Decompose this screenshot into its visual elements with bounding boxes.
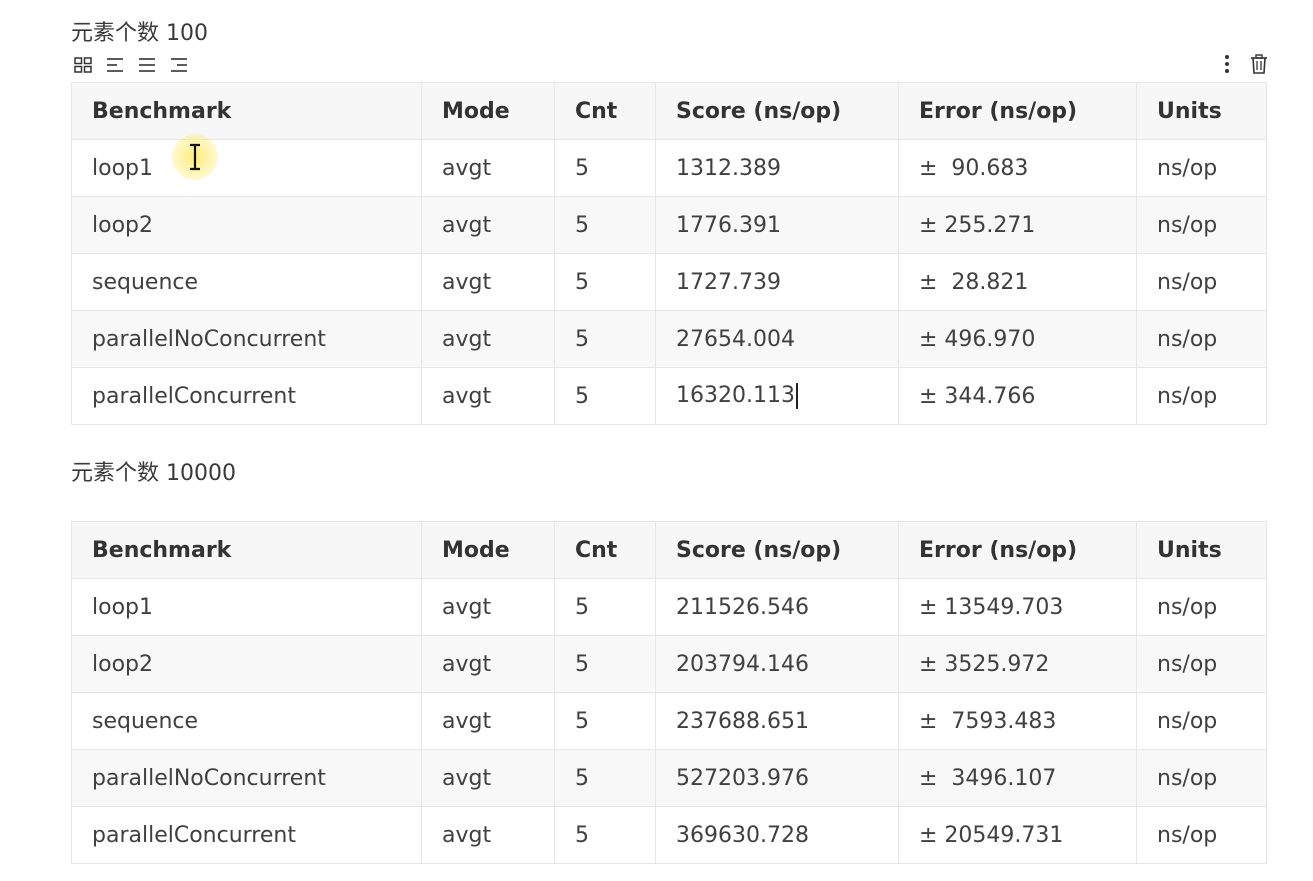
- table-row: sequence avgt 5 237688.651 ± 7593.483 ns…: [71, 692, 1267, 750]
- cell-benchmark[interactable]: parallelNoConcurrent: [71, 310, 422, 368]
- column-header-error[interactable]: Error (ns/op): [898, 521, 1137, 579]
- cell-benchmark[interactable]: loop1: [71, 139, 422, 197]
- cell-mode[interactable]: avgt: [421, 578, 555, 636]
- cell-benchmark[interactable]: loop2: [71, 196, 422, 254]
- cell-score-text: 16320.113: [676, 383, 795, 408]
- cell-benchmark[interactable]: parallelNoConcurrent: [71, 749, 422, 807]
- cell-error[interactable]: ± 7593.483: [898, 692, 1137, 750]
- table-row: parallelNoConcurrent avgt 5 527203.976 ±…: [71, 749, 1267, 807]
- column-header-error[interactable]: Error (ns/op): [898, 82, 1137, 140]
- cell-error[interactable]: ± 28.821: [898, 253, 1137, 311]
- table-row: loop2 avgt 5 1776.391 ± 255.271 ns/op: [71, 196, 1267, 254]
- table-header-row: Benchmark Mode Cnt Score (ns/op) Error (…: [71, 521, 1267, 579]
- cell-units[interactable]: ns/op: [1136, 806, 1267, 864]
- column-header-mode[interactable]: Mode: [421, 521, 555, 579]
- column-header-benchmark[interactable]: Benchmark: [71, 82, 422, 140]
- table-row: loop1 avgt 5 211526.546 ± 13549.703 ns/o…: [71, 578, 1267, 636]
- column-header-benchmark[interactable]: Benchmark: [71, 521, 422, 579]
- cell-mode[interactable]: avgt: [421, 196, 555, 254]
- cell-score[interactable]: 211526.546: [655, 578, 899, 636]
- cell-benchmark[interactable]: loop2: [71, 635, 422, 693]
- trash-icon[interactable]: [1249, 53, 1269, 74]
- cell-cnt[interactable]: 5: [554, 578, 656, 636]
- benchmark-table-10000: Benchmark Mode Cnt Score (ns/op) Error (…: [71, 521, 1267, 864]
- cell-mode[interactable]: avgt: [421, 367, 555, 425]
- cell-mode[interactable]: avgt: [421, 749, 555, 807]
- cell-mode[interactable]: avgt: [421, 692, 555, 750]
- column-header-units[interactable]: Units: [1136, 82, 1267, 140]
- table-actions: [1217, 53, 1269, 74]
- cell-error[interactable]: ± 20549.731: [898, 806, 1137, 864]
- cell-cnt[interactable]: 5: [554, 635, 656, 693]
- table-header-row: Benchmark Mode Cnt Score (ns/op) Error (…: [71, 82, 1267, 140]
- cell-score[interactable]: 203794.146: [655, 635, 899, 693]
- table-row: sequence avgt 5 1727.739 ± 28.821 ns/op: [71, 253, 1267, 311]
- text-caret: [795, 383, 798, 409]
- cell-benchmark[interactable]: sequence: [71, 253, 422, 311]
- more-vertical-icon[interactable]: [1217, 53, 1237, 73]
- align-left-icon[interactable]: [105, 55, 125, 75]
- cell-error[interactable]: ± 344.766: [898, 367, 1137, 425]
- cell-benchmark[interactable]: loop1: [71, 578, 422, 636]
- cell-cnt[interactable]: 5: [554, 692, 656, 750]
- cell-error[interactable]: ± 3496.107: [898, 749, 1137, 807]
- cell-score[interactable]: 369630.728: [655, 806, 899, 864]
- cell-mode[interactable]: avgt: [421, 635, 555, 693]
- cell-cnt[interactable]: 5: [554, 139, 656, 197]
- table-row: loop2 avgt 5 203794.146 ± 3525.972 ns/op: [71, 635, 1267, 693]
- column-header-score[interactable]: Score (ns/op): [655, 82, 899, 140]
- benchmark-table-100: Benchmark Mode Cnt Score (ns/op) Error (…: [71, 82, 1267, 425]
- cell-cnt[interactable]: 5: [554, 367, 656, 425]
- table-grid-icon[interactable]: [73, 55, 93, 75]
- cell-score[interactable]: 1312.389: [655, 139, 899, 197]
- cell-cnt[interactable]: 5: [554, 253, 656, 311]
- cell-error[interactable]: ± 13549.703: [898, 578, 1137, 636]
- cell-error[interactable]: ± 255.271: [898, 196, 1137, 254]
- cell-score[interactable]: 527203.976: [655, 749, 899, 807]
- align-center-icon[interactable]: [137, 55, 157, 75]
- cell-units[interactable]: ns/op: [1136, 692, 1267, 750]
- cell-benchmark[interactable]: sequence: [71, 692, 422, 750]
- cell-mode[interactable]: avgt: [421, 310, 555, 368]
- cell-units[interactable]: ns/op: [1136, 578, 1267, 636]
- cell-cnt[interactable]: 5: [554, 749, 656, 807]
- cell-units[interactable]: ns/op: [1136, 253, 1267, 311]
- column-header-score[interactable]: Score (ns/op): [655, 521, 899, 579]
- cell-score[interactable]: 1727.739: [655, 253, 899, 311]
- section-heading-100: 元素个数 100: [71, 21, 208, 46]
- align-right-icon[interactable]: [169, 55, 189, 75]
- section-heading-10000: 元素个数 10000: [71, 461, 236, 486]
- cell-error[interactable]: ± 496.970: [898, 310, 1137, 368]
- column-header-units[interactable]: Units: [1136, 521, 1267, 579]
- cell-score[interactable]: 1776.391: [655, 196, 899, 254]
- cell-units[interactable]: ns/op: [1136, 749, 1267, 807]
- column-header-cnt[interactable]: Cnt: [554, 82, 656, 140]
- cell-cnt[interactable]: 5: [554, 310, 656, 368]
- cell-score[interactable]: 27654.004: [655, 310, 899, 368]
- cell-score-editing[interactable]: 16320.113: [655, 367, 899, 425]
- cell-benchmark[interactable]: parallelConcurrent: [71, 806, 422, 864]
- cell-mode[interactable]: avgt: [421, 139, 555, 197]
- table-row: parallelConcurrent avgt 5 16320.113 ± 34…: [71, 367, 1267, 425]
- cell-units[interactable]: ns/op: [1136, 635, 1267, 693]
- cell-benchmark[interactable]: parallelConcurrent: [71, 367, 422, 425]
- table-row: parallelConcurrent avgt 5 369630.728 ± 2…: [71, 806, 1267, 864]
- table-row: loop1 avgt 5 1312.389 ± 90.683 ns/op: [71, 139, 1267, 197]
- cell-score[interactable]: 237688.651: [655, 692, 899, 750]
- cell-cnt[interactable]: 5: [554, 196, 656, 254]
- cell-mode[interactable]: avgt: [421, 806, 555, 864]
- cell-units[interactable]: ns/op: [1136, 367, 1267, 425]
- column-header-cnt[interactable]: Cnt: [554, 521, 656, 579]
- table-toolbar: [73, 54, 189, 76]
- cell-error[interactable]: ± 3525.972: [898, 635, 1137, 693]
- cell-units[interactable]: ns/op: [1136, 196, 1267, 254]
- cell-error[interactable]: ± 90.683: [898, 139, 1137, 197]
- cell-mode[interactable]: avgt: [421, 253, 555, 311]
- table-row: parallelNoConcurrent avgt 5 27654.004 ± …: [71, 310, 1267, 368]
- column-header-mode[interactable]: Mode: [421, 82, 555, 140]
- cell-units[interactable]: ns/op: [1136, 139, 1267, 197]
- cell-units[interactable]: ns/op: [1136, 310, 1267, 368]
- cell-cnt[interactable]: 5: [554, 806, 656, 864]
